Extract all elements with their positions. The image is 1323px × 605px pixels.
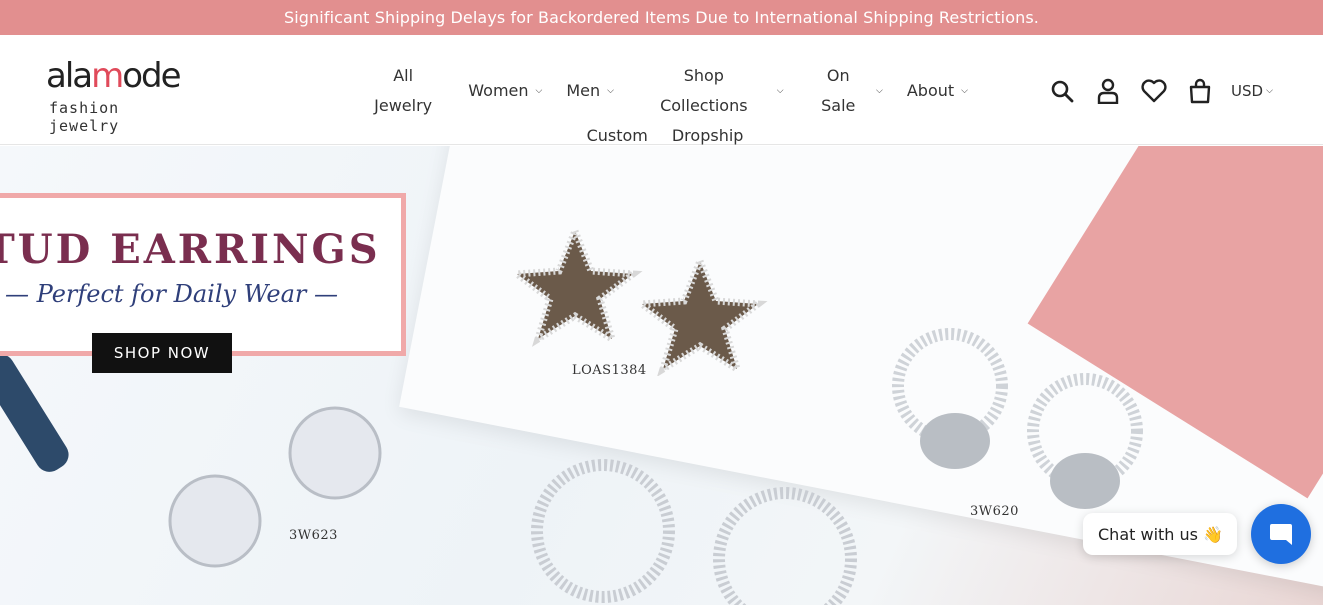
main-nav: All Jewelry Women ⌵ Men ⌵ Shop Collections…: [350, 61, 980, 151]
header-tools: USD ⌵: [1045, 75, 1273, 107]
heart-icon: [1141, 79, 1167, 103]
chevron-down-icon: ⌵: [1266, 86, 1273, 96]
promo-card: TUD EARRINGS — Perfect for Daily Wear —: [0, 193, 406, 356]
chevron-down-icon: ⌵: [535, 86, 543, 96]
announcement-bar: Significant Shipping Delays for Backorde…: [0, 0, 1323, 35]
product-code-label: 3W620: [970, 504, 1019, 519]
chevron-down-icon: ⌵: [961, 86, 968, 96]
search-icon: [1051, 80, 1074, 103]
cluster-earrings-image: [168, 406, 382, 568]
cart-button[interactable]: [1183, 75, 1217, 107]
nav-all-jewelry[interactable]: All Jewelry: [362, 61, 444, 121]
promo-tagline: — Perfect for Daily Wear —: [5, 280, 339, 308]
chevron-down-icon: ⌵: [607, 86, 614, 96]
chat-prompt[interactable]: Chat with us 👋: [1083, 513, 1237, 555]
circle-butterfly-earrings-image: [892, 328, 1143, 509]
site-logo[interactable]: alamode fashion jewelry: [46, 55, 196, 135]
nav-shop-collections[interactable]: Shop Collections ⌵: [638, 61, 784, 121]
hero-pen: [0, 348, 74, 478]
account-button[interactable]: [1091, 75, 1125, 107]
chevron-down-icon: ⌵: [876, 86, 883, 96]
chat-bubble-icon: [1270, 524, 1292, 545]
promo-title: TUD EARRINGS: [0, 226, 381, 273]
logo-wordmark: alamode: [46, 56, 182, 96]
chat-launcher-button[interactable]: [1251, 504, 1311, 564]
chevron-down-icon: ⌵: [776, 86, 784, 96]
circle-stone-earrings-image: [531, 459, 857, 605]
wave-emoji-icon: 👋: [1203, 524, 1223, 544]
logo-subtitle: fashion jewelry: [49, 99, 120, 135]
cart-bag-icon: [1189, 78, 1211, 104]
nav-on-sale[interactable]: On Sale ⌵: [808, 61, 883, 121]
nav-women[interactable]: Women ⌵: [468, 61, 542, 121]
nav-men[interactable]: Men ⌵: [566, 61, 614, 121]
site-header: alamode fashion jewelry All Jewelry Wome…: [0, 35, 1323, 145]
shop-now-button[interactable]: SHOP NOW: [92, 333, 232, 373]
product-code-label: LOAS1384: [572, 363, 647, 378]
currency-selector[interactable]: USD ⌵: [1231, 82, 1273, 100]
product-code-label: 3W623: [289, 528, 338, 543]
wishlist-button[interactable]: [1137, 75, 1171, 107]
nav-about[interactable]: About ⌵: [907, 61, 968, 121]
star-earrings-image: [515, 226, 768, 376]
search-button[interactable]: [1045, 75, 1079, 107]
user-icon: [1097, 78, 1119, 104]
